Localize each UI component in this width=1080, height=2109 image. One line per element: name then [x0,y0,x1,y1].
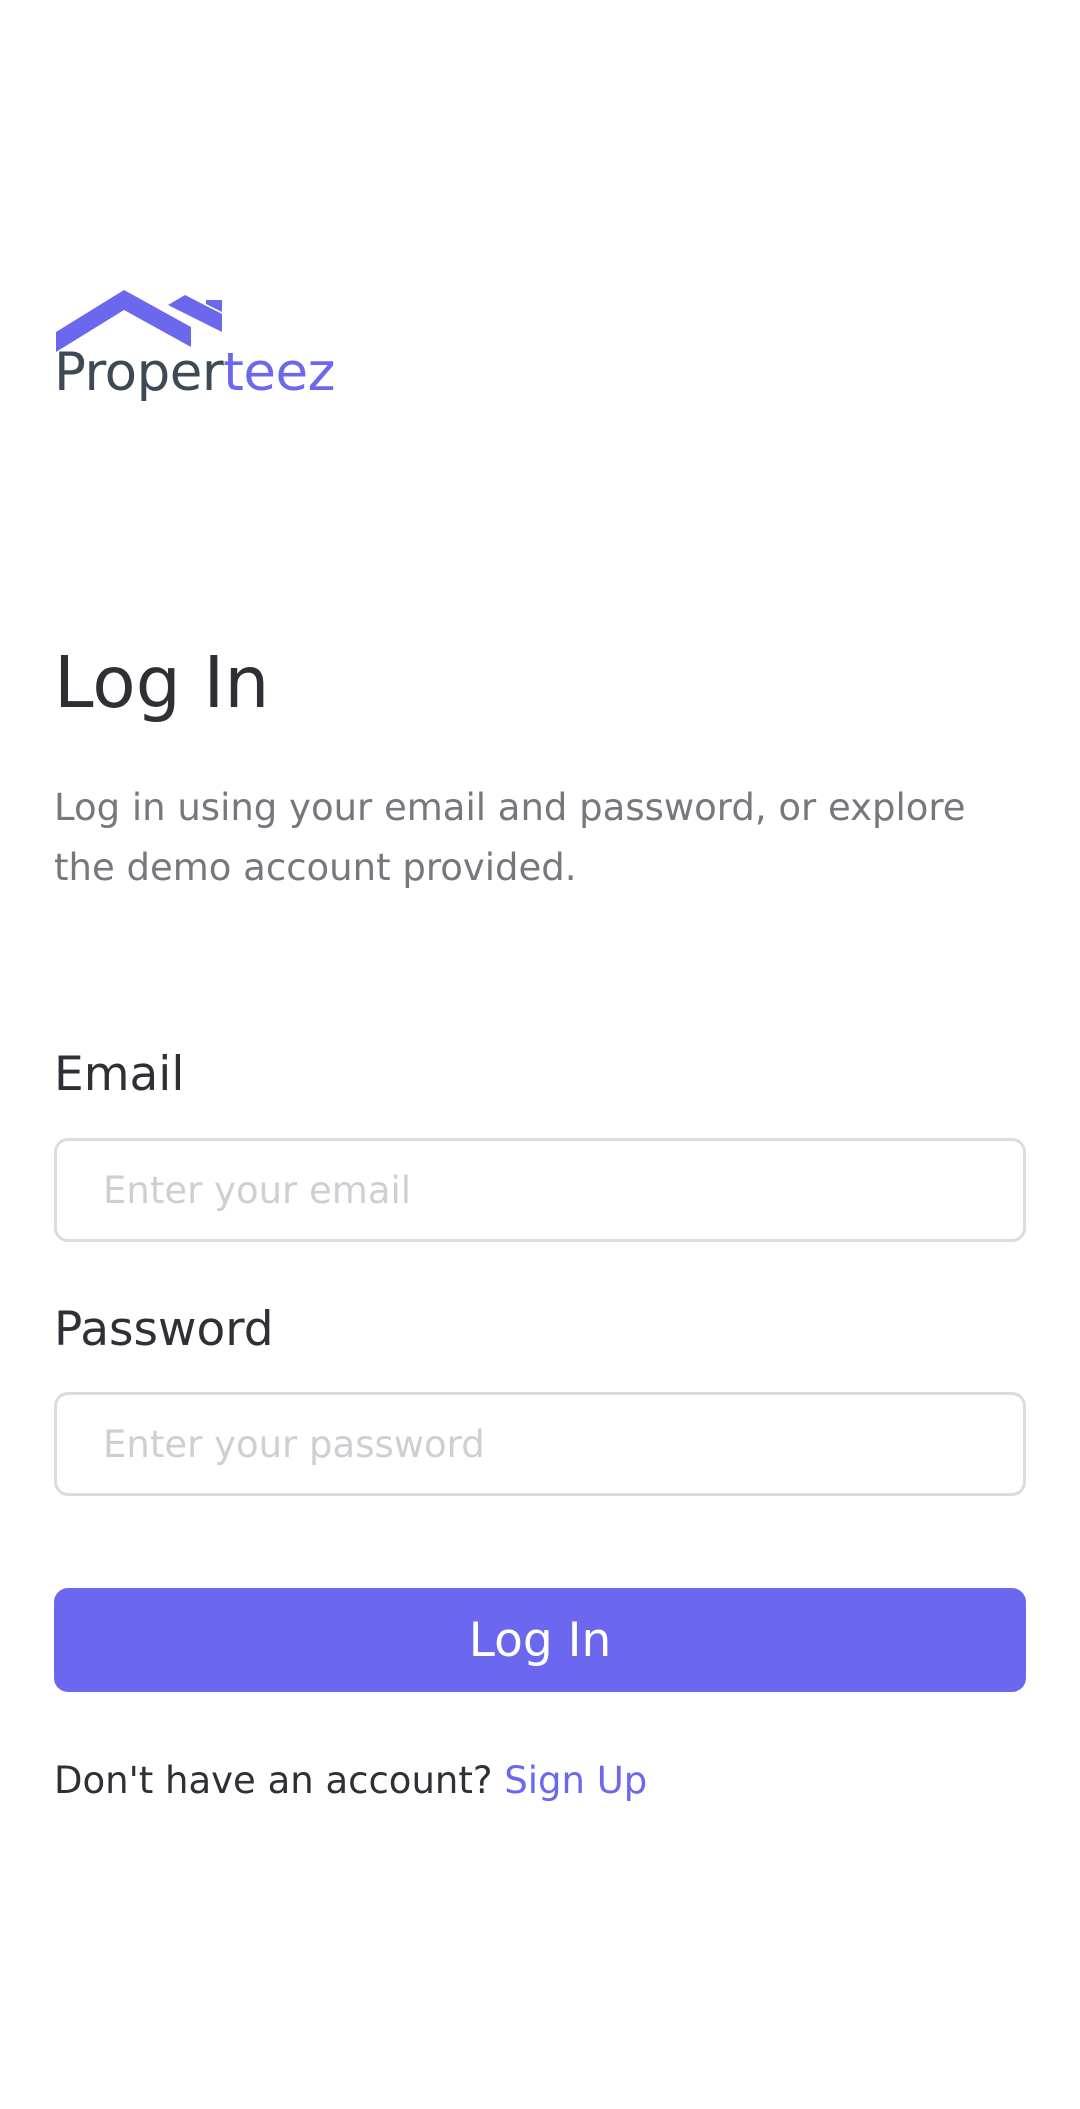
signup-prompt-text: Don't have an account? [54,1759,493,1802]
password-field[interactable] [54,1392,1026,1496]
logo-wordmark-accent: teez [223,342,335,403]
login-button[interactable]: Log In [54,1588,1026,1692]
email-field[interactable] [54,1138,1026,1242]
logo-wordmark-dark: Proper [54,342,224,403]
password-label: Password [54,1302,274,1357]
signup-link[interactable]: Sign Up [504,1759,647,1802]
properteez-logo: Properteez [54,290,364,425]
email-label: Email [54,1047,185,1102]
logo-wordmark: Properteez [54,346,335,399]
page-subtitle: Log in using your email and password, or… [54,786,966,889]
page-title: Log In [54,641,270,724]
signup-prompt: Don't have an account? Sign Up [54,1756,647,1806]
